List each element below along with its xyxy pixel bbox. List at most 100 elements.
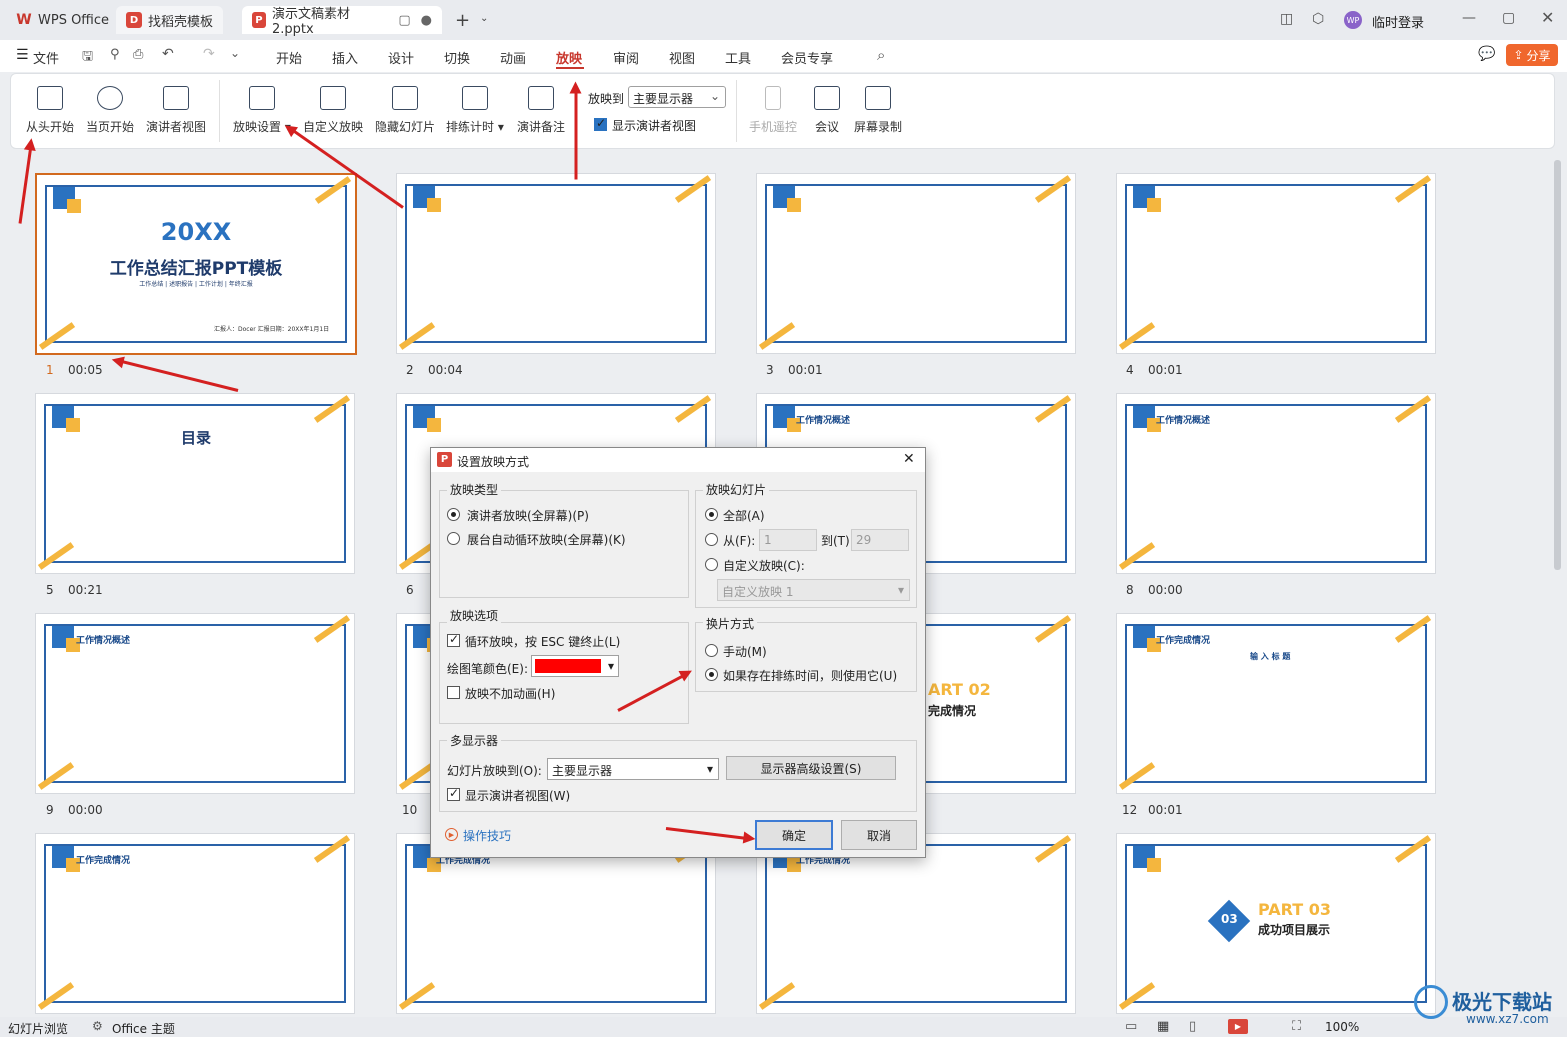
show-on-select[interactable]: 主要显示器 ▾ (547, 758, 719, 780)
from-radio[interactable] (705, 533, 718, 546)
maximize-icon[interactable]: ▢ (1502, 10, 1515, 26)
slide-time: 00:01 (1148, 363, 1183, 377)
slide-frame (1125, 404, 1427, 563)
slide-thumbnail-5[interactable] (35, 393, 355, 574)
zoom-level[interactable]: 100% (1325, 1020, 1359, 1034)
phone-remote-button[interactable]: 手机遥控 (749, 86, 797, 135)
quick-access-chevron-icon[interactable]: ⌄ (230, 46, 240, 60)
menu-slideshow[interactable]: 放映 (556, 48, 582, 67)
from-start-button[interactable]: 从头开始 (26, 86, 74, 135)
close-icon[interactable]: ✕ (1541, 8, 1554, 27)
kiosk-radio[interactable] (447, 532, 460, 545)
custom-label: 自定义放映(C): (723, 559, 805, 573)
menu-design[interactable]: 设计 (388, 48, 414, 67)
play-slideshow-icon[interactable]: ▶ (1228, 1019, 1248, 1034)
save-icon[interactable]: 🖫 (82, 47, 93, 69)
cube-icon[interactable]: ⬡ (1312, 11, 1324, 27)
menu-member[interactable]: 会员专享 (781, 48, 833, 67)
menu-file[interactable]: 文件 (33, 48, 59, 67)
cancel-button[interactable]: 取消 (841, 820, 917, 850)
share-link-icon[interactable]: ⚲ (110, 47, 120, 62)
presenter-view-checkbox[interactable] (447, 786, 460, 801)
slide-time: 00:04 (428, 363, 463, 377)
menu-view[interactable]: 视图 (669, 48, 695, 67)
reading-view-icon[interactable]: ▯ (1189, 1019, 1196, 1034)
avatar[interactable]: WP (1344, 11, 1362, 29)
timer-icon (461, 86, 488, 110)
sorter-view-icon[interactable]: ▦ (1157, 1019, 1169, 1034)
slide-thumbnail-4[interactable] (1116, 173, 1436, 354)
menu-animation[interactable]: 动画 (500, 48, 526, 67)
speaker-radio[interactable] (447, 508, 460, 521)
s8-title: 工作情况概述 (1156, 416, 1211, 426)
pen-color-select[interactable]: ▾ (531, 655, 619, 677)
watermark-brand: 极光下载站 (1452, 990, 1552, 1014)
hide-slide-button[interactable]: 隐藏幻灯片 (375, 86, 435, 135)
phone-icon (765, 86, 781, 110)
close-icon[interactable]: ✕ (903, 451, 915, 467)
search-icon[interactable]: ⌕ (877, 46, 885, 64)
manual-radio[interactable] (705, 644, 718, 657)
share-button[interactable]: ⇪ 分享 (1506, 44, 1558, 66)
screen-record-button[interactable]: 屏幕录制 (854, 86, 902, 135)
rehearse-timing-button[interactable]: 排练计时 ▾ (446, 86, 504, 135)
custom-value: 自定义放映 1 (722, 585, 794, 599)
custom-select[interactable]: 自定义放映 1 ▾ (717, 579, 910, 601)
slide-number: 10 (402, 803, 418, 817)
login-link[interactable]: 临时登录 (1372, 12, 1424, 31)
hamburger-icon[interactable]: ☰ (16, 47, 29, 63)
scrollbar-thumb[interactable] (1554, 160, 1561, 570)
presenter-view-button[interactable]: 演讲者视图 (146, 86, 206, 135)
from-current-button[interactable]: 当页开始 (86, 86, 134, 135)
menu-start[interactable]: 开始 (276, 48, 302, 67)
all-slides-radio[interactable] (705, 508, 718, 521)
from-spinner[interactable]: 1 (759, 529, 817, 551)
tab-wps-home[interactable]: W WPS Office (6, 6, 119, 34)
fit-window-icon[interactable]: ⛶ (1292, 1019, 1301, 1034)
tab-template[interactable]: D 找稻壳模板 (116, 6, 224, 34)
presenter-icon (163, 86, 189, 110)
slide-frame (765, 844, 1067, 1003)
presenter-view-label: 显示演讲者视图(W) (465, 789, 571, 803)
menu-insert[interactable]: 插入 (332, 48, 358, 67)
custom-show-button[interactable]: 自定义放映 (303, 86, 363, 135)
normal-view-icon[interactable]: ▭ (1125, 1019, 1137, 1034)
no-animation-checkbox[interactable] (447, 686, 460, 699)
new-tab-icon[interactable]: + (455, 10, 470, 31)
window-icon[interactable]: ▢ (398, 13, 410, 28)
show-presenter-checkbox[interactable] (594, 116, 607, 131)
chevron-down-icon[interactable]: ⌄ (480, 13, 488, 24)
minimize-icon[interactable]: — (1462, 10, 1476, 26)
menu-review[interactable]: 审阅 (613, 48, 639, 67)
speaker-notes-button[interactable]: 演讲备注 (517, 86, 565, 135)
show-to-select[interactable]: 主要显示器 ⌄ (628, 86, 726, 108)
ok-button[interactable]: 确定 (755, 820, 833, 850)
slide-thumbnail-2[interactable] (396, 173, 716, 354)
tab-document[interactable]: P 演示文稿素材2.pptx ▢ ● (242, 6, 442, 37)
meeting-button[interactable]: 会议 (814, 86, 840, 135)
custom-radio[interactable] (705, 558, 718, 571)
tips-link[interactable]: 操作技巧 (463, 827, 511, 844)
slide-thumbnail-3[interactable] (756, 173, 1076, 354)
all-slides-label: 全部(A) (723, 509, 765, 523)
tab-label: 找稻壳模板 (148, 14, 214, 30)
comment-icon[interactable]: 💬 (1478, 46, 1495, 62)
menu-transition[interactable]: 切换 (444, 48, 470, 67)
pen-color-swatch (535, 659, 601, 673)
to-spinner[interactable]: 29 (851, 529, 909, 551)
no-animation-label: 放映不加动画(H) (465, 687, 556, 701)
use-timing-radio[interactable] (705, 668, 718, 681)
slide-time: 00:21 (68, 583, 103, 597)
redo-icon[interactable]: ↷ (203, 46, 215, 62)
menu-tools[interactable]: 工具 (725, 48, 751, 67)
s1-year: 20XX (36, 218, 356, 246)
print-preview-icon[interactable]: ⎙ (133, 47, 143, 62)
s11-sub: 完成情况 (928, 704, 977, 718)
advanced-monitor-button[interactable]: 显示器高级设置(S) (726, 756, 896, 780)
loop-checkbox[interactable] (447, 632, 460, 647)
chevron-down-icon: ▾ (706, 762, 713, 776)
layout-icon[interactable]: ◫ (1280, 11, 1293, 27)
theme-label[interactable]: Office 主题 (112, 1020, 175, 1037)
slides-group-title: 放映幻灯片 (703, 481, 770, 498)
undo-icon[interactable]: ↶ (162, 46, 174, 62)
